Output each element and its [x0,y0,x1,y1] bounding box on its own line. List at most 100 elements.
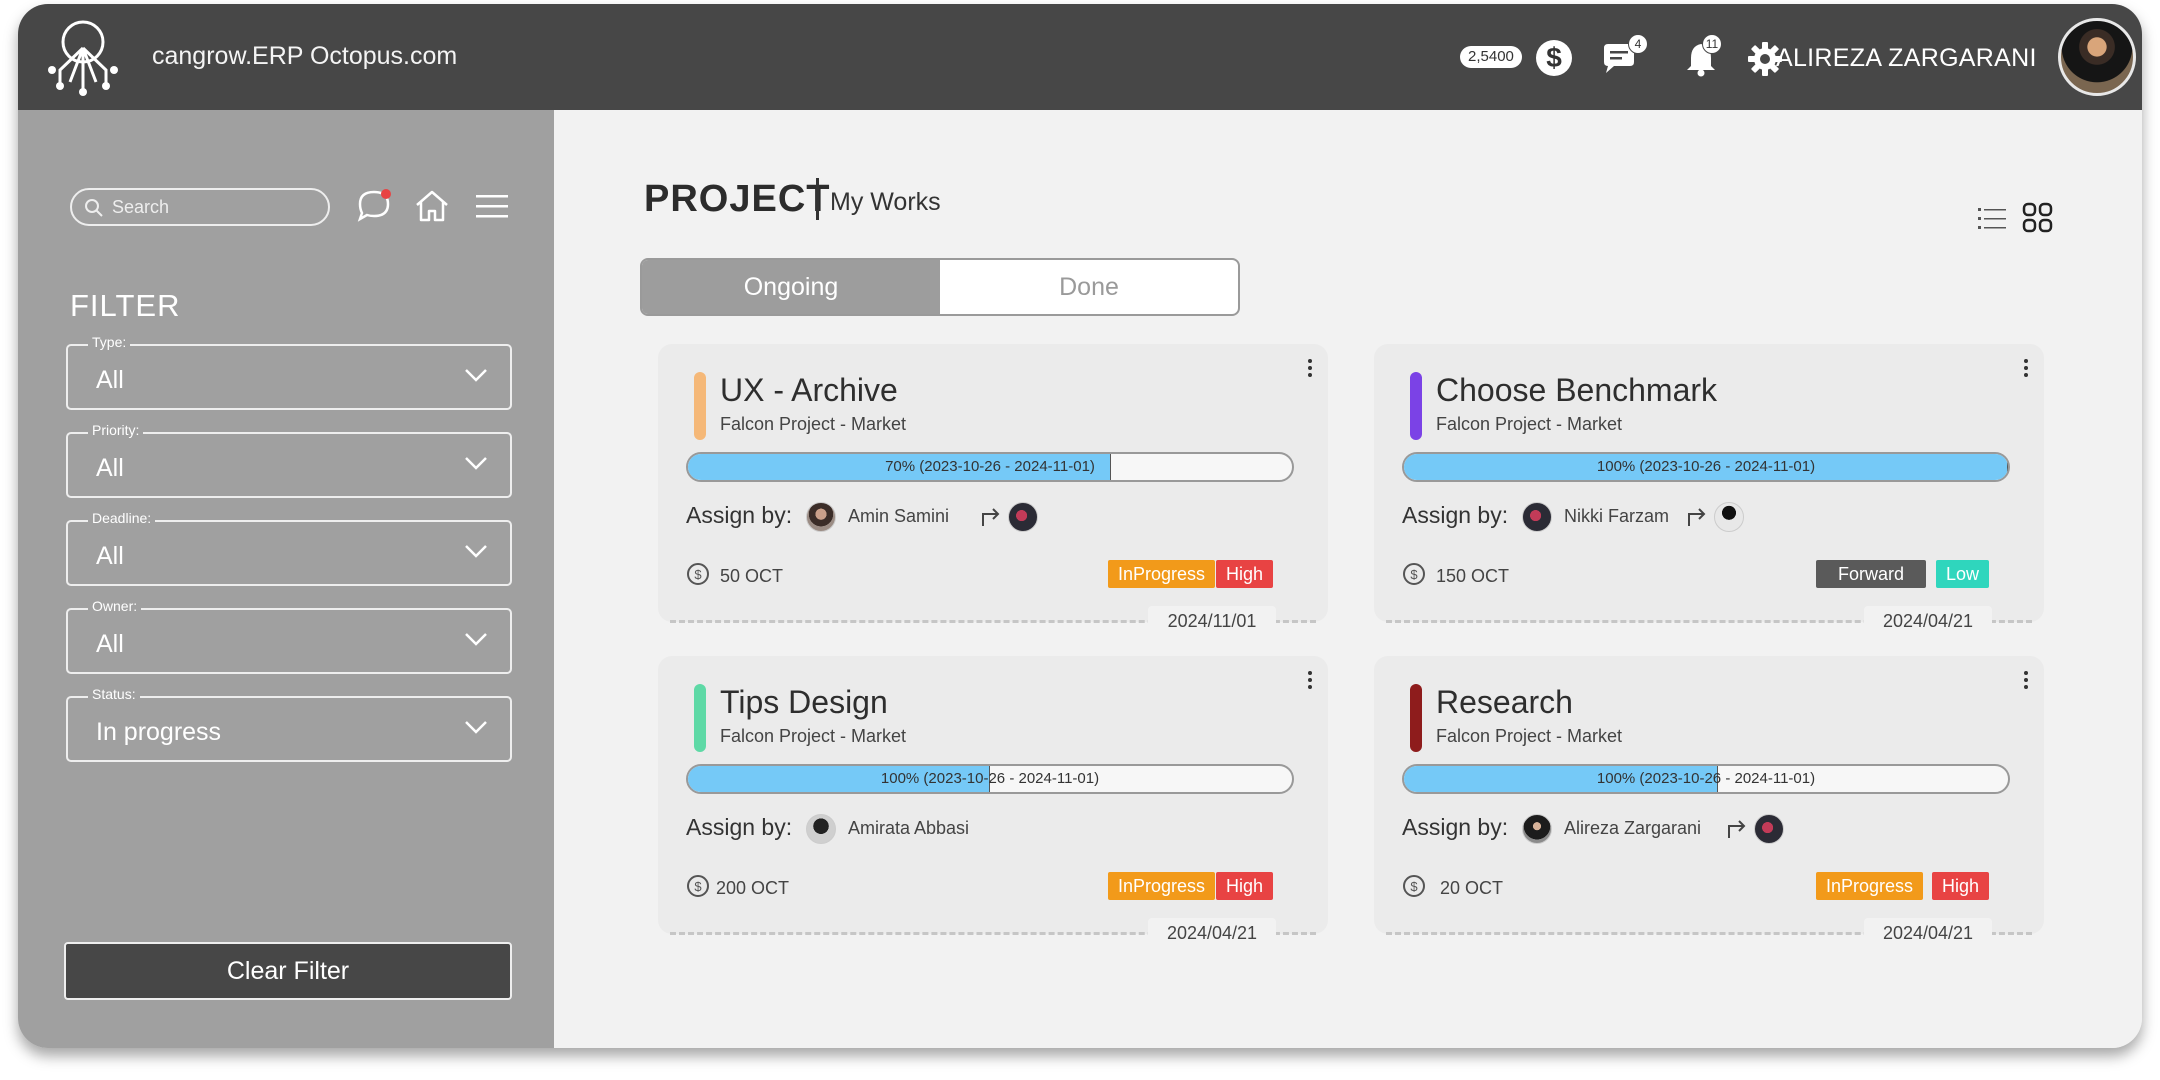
more-options-icon[interactable] [1304,668,1316,694]
svg-text:$: $ [694,879,702,894]
card-subtitle: Falcon Project - Market [720,726,907,746]
list-view-icon[interactable] [1974,200,2010,236]
status-tabs: Ongoing Done [640,258,1240,316]
progress-text: 100% (2023-10-26 - 2024-11-01) [1596,770,1816,787]
filter-title: FILTER [70,288,181,323]
assigner-name: Amirata Abbasi [848,818,970,838]
svg-text:$: $ [1410,567,1418,582]
tab-ongoing[interactable]: Ongoing [642,260,940,314]
progress-bar: 100% (2023-10-26 - 2024-11-01) [1402,452,2010,482]
due-date: 2024/04/21 [1148,918,1276,948]
oct-amount: 150 OCT [1436,566,1510,586]
owner-filter-select[interactable]: Owner: All [66,598,512,674]
messages-count-badge: 4 [1628,34,1648,54]
forward-icon [982,508,1000,526]
coin-icon: $ [687,875,709,897]
menu-icon[interactable] [472,186,512,226]
due-date: 2024/04/21 [1864,918,1992,948]
field-label: Type: [88,334,131,350]
field-value: All [96,366,124,394]
field-value: All [96,542,124,570]
assign-label: Assign by: [686,502,793,528]
chat-icon[interactable] [354,186,394,226]
title-divider [816,178,819,220]
task-card[interactable]: Tips Design Falcon Project - Market 100%… [658,656,1328,948]
deadline-filter-select[interactable]: Deadline: All [66,510,512,586]
assignee-avatar [1008,502,1038,532]
progress-text: 100% (2023-10-26 - 2024-11-01) [1596,458,1816,475]
status-badge: InProgress [1108,872,1216,900]
notifications-count-badge: 11 [1702,34,1722,54]
card-color-bar [1410,372,1422,440]
priority-badge: High [1932,872,1990,900]
status-filter-select[interactable]: Status: In progress [66,686,512,762]
field-value: All [96,454,124,482]
home-icon[interactable] [412,186,452,226]
card-subtitle: Falcon Project - Market [1436,726,1623,746]
priority-filter-select[interactable]: Priority: All [66,422,512,498]
assigner-name: Amin Samini [848,506,950,526]
more-options-icon[interactable] [2020,668,2032,694]
search-box[interactable] [70,188,330,226]
forward-icon [1728,820,1746,838]
assigner-avatar [1522,814,1552,844]
coin-icon: $ [1403,875,1425,897]
field-label: Status: [88,686,140,702]
octopus-logo-icon[interactable] [38,12,128,102]
oct-amount: 200 OCT [716,878,790,898]
more-options-icon[interactable] [1304,356,1316,382]
assigner-avatar [806,502,836,532]
task-card[interactable]: UX - Archive Falcon Project - Market 70%… [658,344,1328,636]
main-content: PROJECT My Works Ongoing Done UX - Archi… [554,110,2142,1048]
tab-done[interactable]: Done [940,260,1238,314]
task-card[interactable]: Choose Benchmark Falcon Project - Market… [1374,344,2044,636]
chevron-down-icon [465,633,487,646]
coin-icon: $ [1403,563,1425,585]
status-badge: Forward [1816,560,1926,588]
assign-label: Assign by: [1402,502,1509,528]
app-window: cangrow.ERP Octopus.com 2,5400 $ 4 11 AL… [18,4,2142,1048]
field-value: All [96,630,124,658]
card-color-bar [1410,684,1422,752]
svg-text:$: $ [694,567,702,582]
search-icon [85,199,103,217]
search-input[interactable] [112,196,312,218]
clear-filter-button[interactable]: Clear Filter [64,942,512,1000]
sidebar: FILTER Type: All Priority: All Deadline:… [18,110,554,1048]
chevron-down-icon [465,457,487,470]
top-bar: cangrow.ERP Octopus.com 2,5400 $ 4 11 AL… [18,4,2142,110]
forward-icon [1688,508,1706,526]
field-label: Deadline: [88,510,156,526]
field-label: Priority: [88,422,144,438]
dollar-icon[interactable]: $ [1536,40,1572,76]
card-color-bar [694,372,706,440]
user-name[interactable]: ALIREZA ZARGARANI [1776,44,2037,73]
assigner-avatar [1522,502,1552,532]
chevron-down-icon [465,721,487,734]
card-title: UX - Archive [720,372,898,408]
field-value: In progress [96,718,222,746]
type-filter-select[interactable]: Type: All [66,334,512,410]
assigner-name: Alireza Zargarani [1564,818,1702,838]
progress-bar: 100% (2023-10-26 - 2024-11-01) [686,764,1294,794]
user-avatar[interactable] [2058,18,2136,96]
progress-text: 100% (2023-10-26 - 2024-11-01) [880,770,1100,787]
card-title: Research [1436,684,1573,720]
card-subtitle: Falcon Project - Market [720,414,907,434]
due-date: 2024/04/21 [1864,606,1992,636]
progress-bar: 100% (2023-10-26 - 2024-11-01) [1402,764,2010,794]
priority-badge: High [1216,872,1274,900]
app-title: cangrow.ERP Octopus.com [152,42,458,70]
status-badge: InProgress [1108,560,1216,588]
grid-view-icon[interactable] [2020,200,2056,236]
assign-label: Assign by: [1402,814,1509,840]
priority-badge: High [1216,560,1274,588]
due-date: 2024/11/01 [1148,606,1276,636]
card-subtitle: Falcon Project - Market [1436,414,1623,434]
page-subtitle: My Works [830,188,941,216]
assignee-avatar [1754,814,1784,844]
more-options-icon[interactable] [2020,356,2032,382]
assign-label: Assign by: [686,814,793,840]
svg-text:$: $ [1410,879,1418,894]
task-card[interactable]: Research Falcon Project - Market 100% (2… [1374,656,2044,948]
